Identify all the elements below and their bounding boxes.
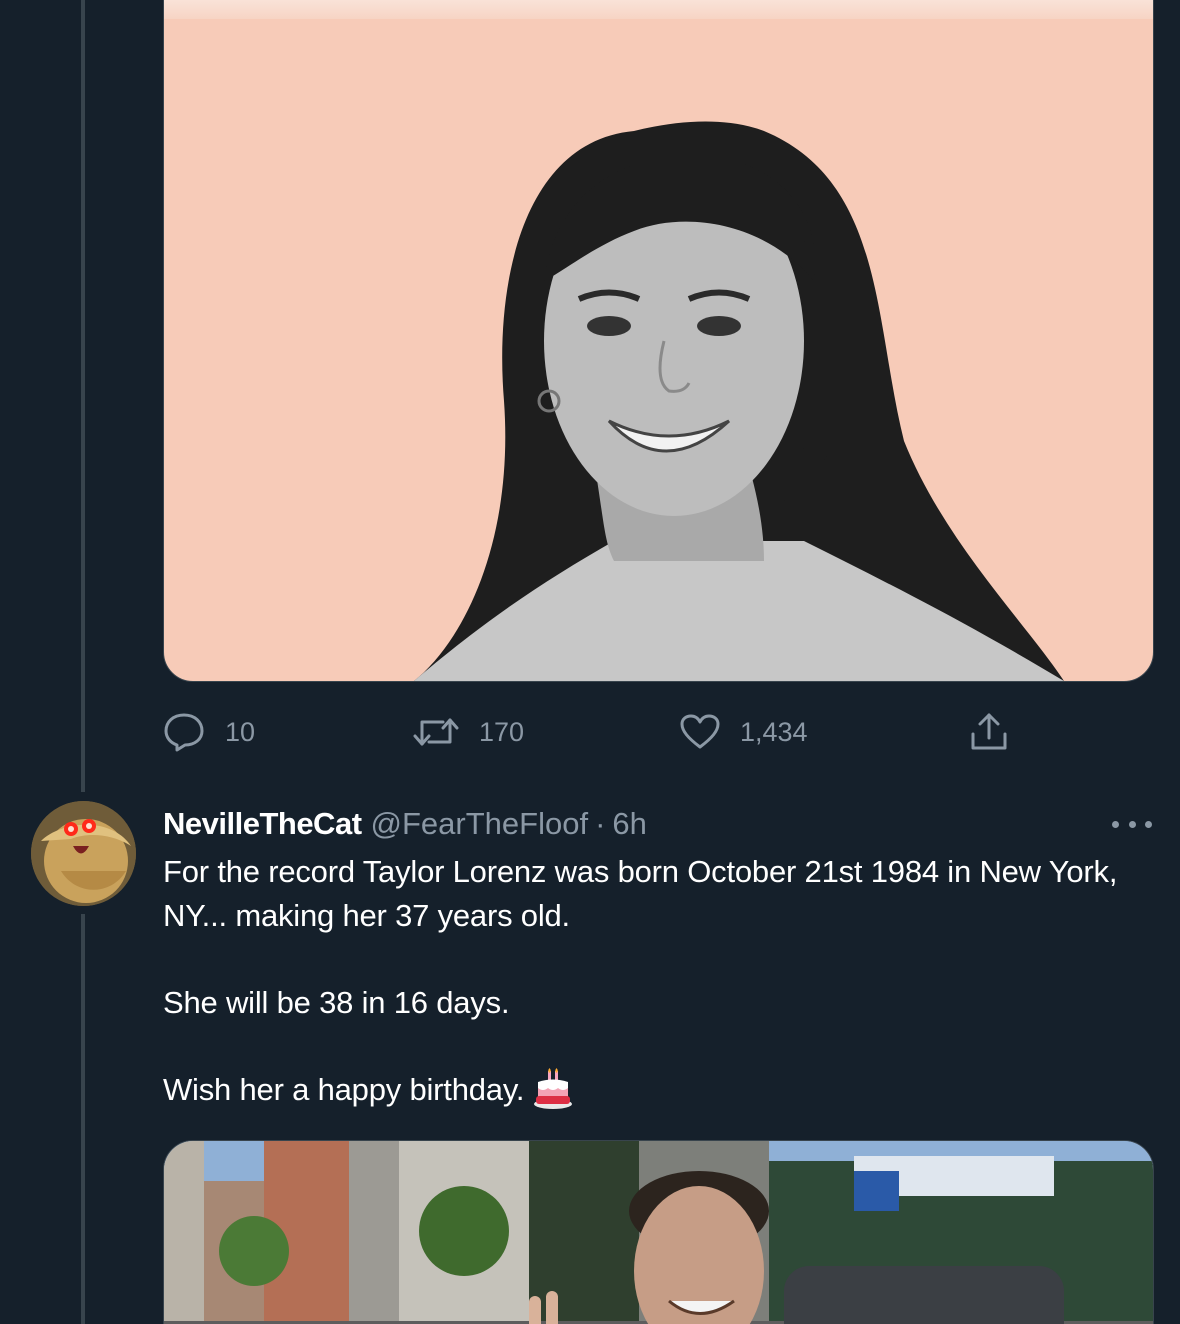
more-dot <box>1112 820 1119 828</box>
tweet-action-bar: 10 170 1,434 <box>163 706 1063 758</box>
tweet-header: NevilleTheCat @FearTheFloof · 6h <box>163 802 647 846</box>
reply-button[interactable]: 10 <box>163 706 255 758</box>
portrait-photo <box>414 121 1064 681</box>
thread-connector-line <box>81 0 85 792</box>
retweet-button[interactable]: 170 <box>413 706 524 758</box>
avatar-image <box>31 801 136 906</box>
author-display-name[interactable]: NevilleTheCat <box>163 806 362 842</box>
reply-icon <box>164 713 204 752</box>
more-options-button[interactable] <box>1112 812 1152 836</box>
tweet-image[interactable] <box>163 0 1154 682</box>
share-icon <box>971 713 1007 750</box>
timeline: 10 170 1,434 NevilleTheCat @FearTheFloof… <box>0 0 1180 1324</box>
retweet-icon <box>413 718 459 746</box>
street-photo <box>164 1141 1153 1324</box>
more-dot <box>1145 820 1152 828</box>
reply-count: 10 <box>225 716 256 747</box>
thread-connector-line <box>81 914 85 1324</box>
author-handle[interactable]: @FearTheFloof <box>371 806 589 842</box>
tweet-timestamp[interactable]: 6h <box>612 806 646 842</box>
tweet-text-line: Wish her a happy birthday. <box>163 1072 525 1107</box>
retweet-count: 170 <box>479 716 525 747</box>
more-dot <box>1128 820 1136 828</box>
like-button[interactable]: 1,434 <box>680 706 808 758</box>
separator-dot: · <box>595 806 606 841</box>
share-button[interactable] <box>969 706 1009 758</box>
tweet-text-paragraph: She will be 38 in 16 days. <box>163 985 510 1020</box>
tweet-text: For the record Taylor Lorenz was born Oc… <box>163 850 1163 1113</box>
avatar[interactable] <box>31 801 136 906</box>
like-count: 1,434 <box>740 716 808 747</box>
heart-icon <box>680 714 720 749</box>
tweet-text-paragraph: Wish her a happy birthday. <box>163 1067 1163 1113</box>
tweet-image[interactable] <box>163 1140 1154 1324</box>
birthday-cake-icon <box>534 1067 573 1109</box>
tweet-text-paragraph: For the record Taylor Lorenz was born Oc… <box>163 854 1118 933</box>
